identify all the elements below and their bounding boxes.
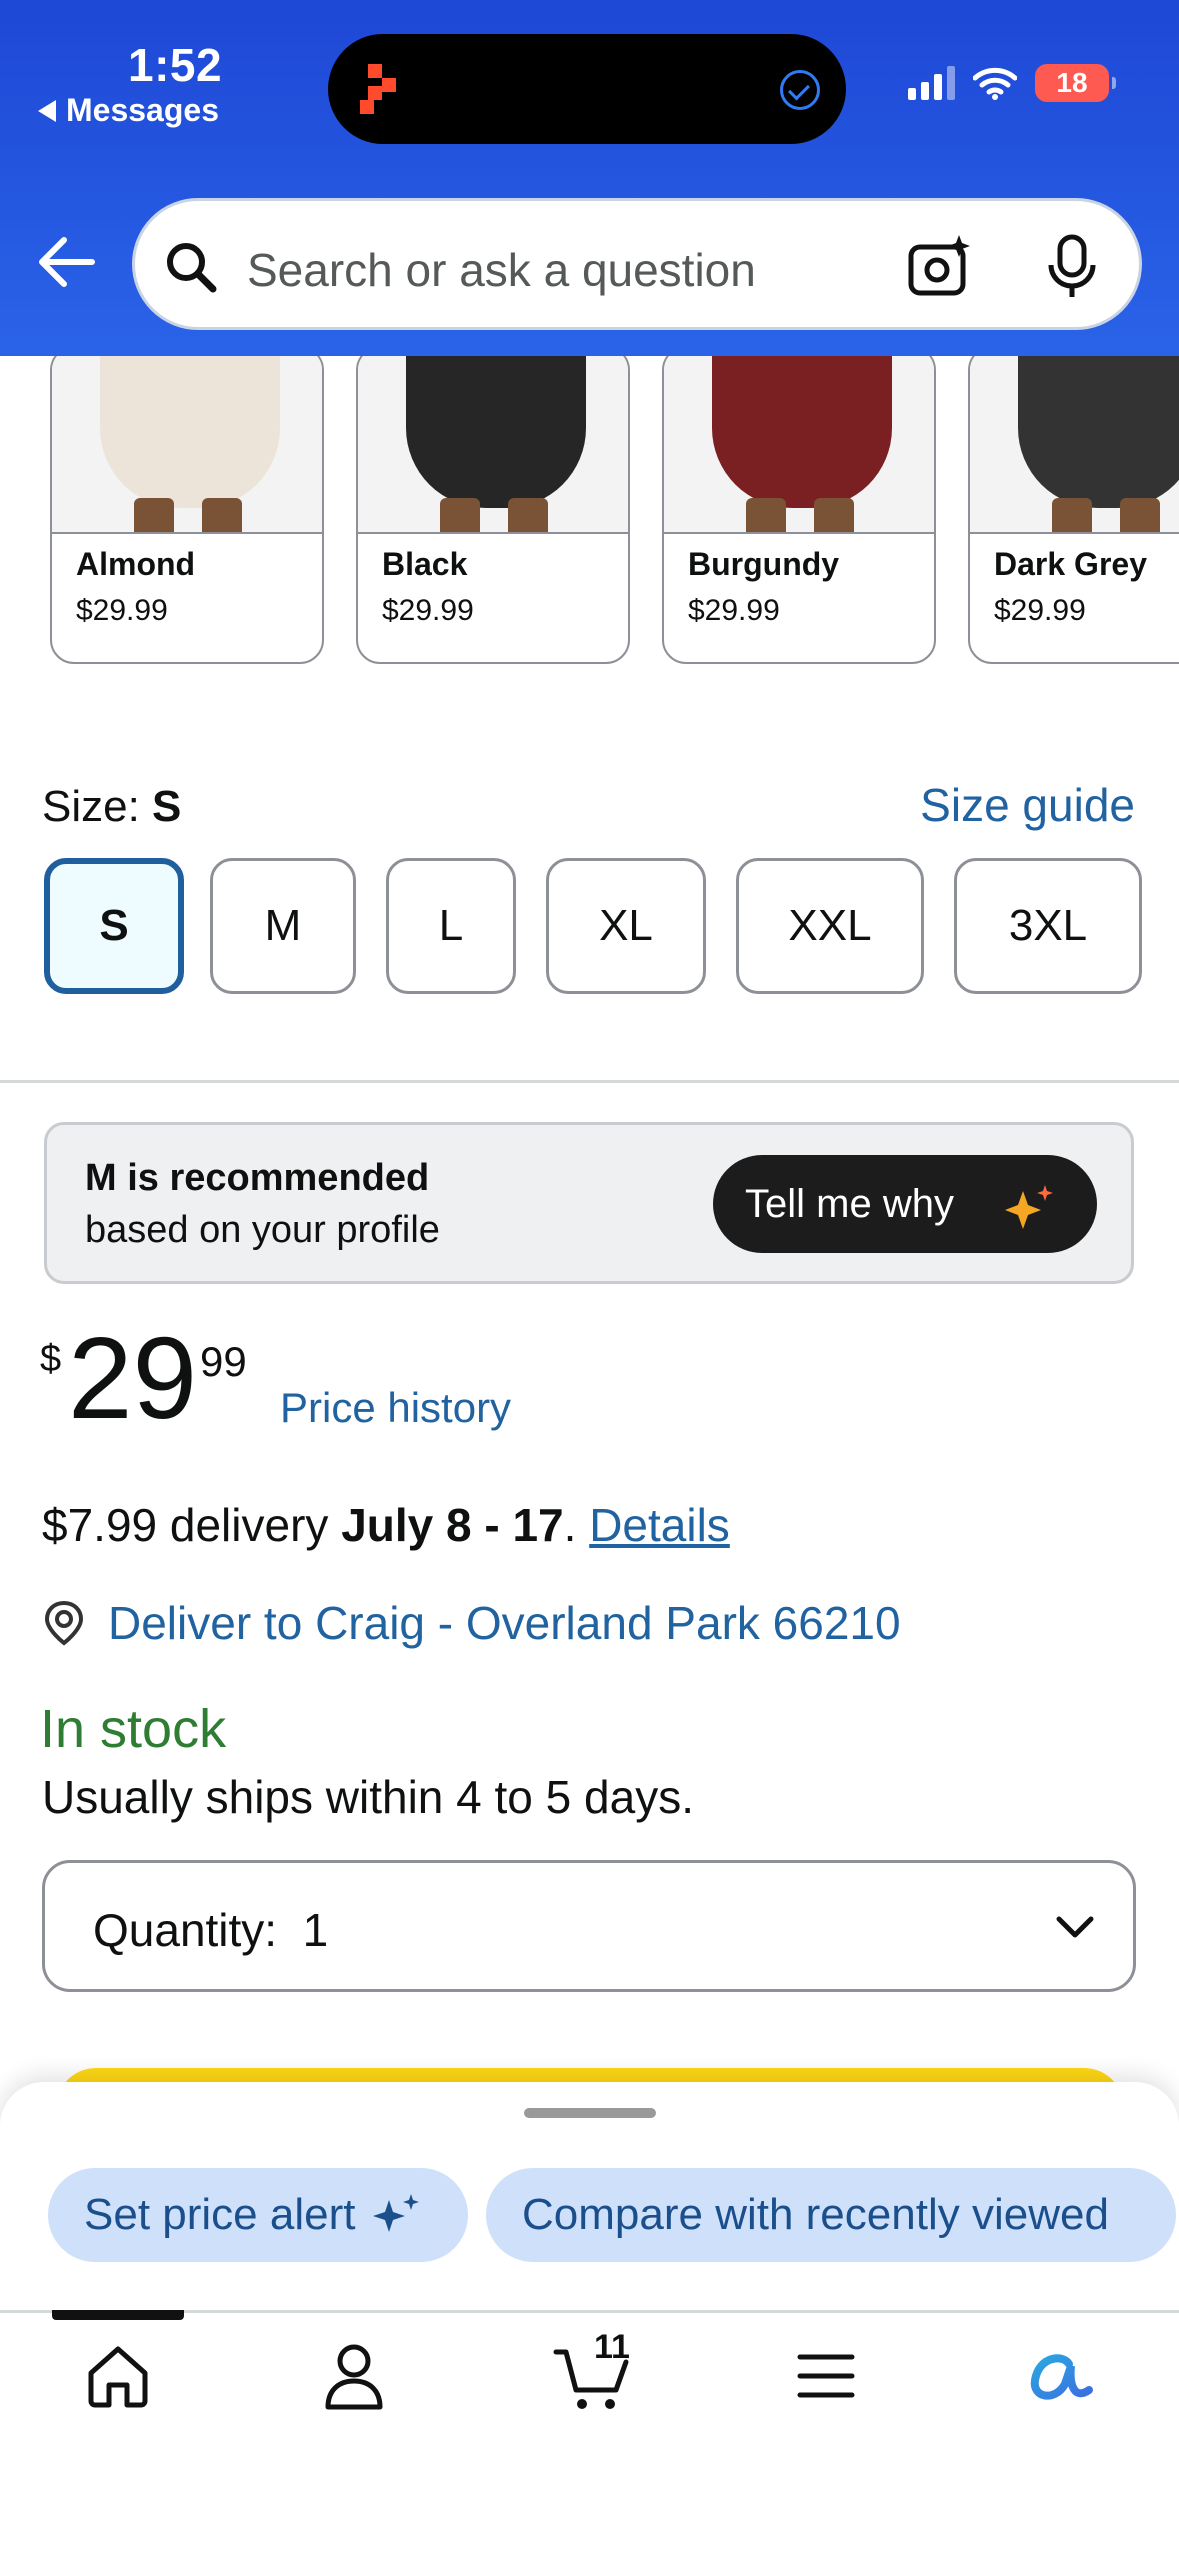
app-header: 1:52 Messages 18 Search or ask a questio… — [0, 0, 1179, 356]
size-recommendation-banner: M is recommended based on your profile T… — [44, 1122, 1134, 1284]
section-divider — [0, 1080, 1179, 1083]
dress-swatch — [406, 356, 586, 508]
variant-image — [358, 356, 628, 534]
dynamic-island — [328, 34, 846, 144]
tab-account[interactable] — [314, 2336, 394, 2416]
size-label: Size: S — [42, 782, 182, 831]
quantity-label: Quantity: 1 — [93, 1904, 329, 1956]
compare-recently-viewed-chip[interactable]: Compare with recently viewed — [486, 2168, 1176, 2262]
variant-price: $29.99 — [76, 594, 168, 627]
back-triangle-icon — [38, 99, 56, 122]
dress-swatch — [712, 356, 892, 508]
bottom-sheet: Set price alert Compare with recently vi… — [0, 2082, 1179, 2556]
size-option-l[interactable]: L — [386, 858, 516, 994]
size-option-xxl[interactable]: XXL — [736, 858, 924, 994]
delivery-dates: July 8 - 17 — [341, 1499, 564, 1551]
status-time: 1:52 — [128, 39, 223, 91]
size-option-xl[interactable]: XL — [546, 858, 706, 994]
tab-home[interactable] — [78, 2336, 158, 2416]
app-activity-icon — [360, 64, 396, 114]
size-guide-link[interactable]: Size guide — [920, 778, 1135, 832]
size-option-s[interactable]: S — [44, 858, 184, 994]
size-option-m[interactable]: M — [210, 858, 356, 994]
wifi-icon — [973, 67, 1017, 100]
set-price-alert-chip[interactable]: Set price alert — [48, 2168, 468, 2262]
tab-rufus[interactable] — [1020, 2336, 1100, 2416]
variant-image — [664, 356, 934, 534]
check-circle-icon — [780, 70, 820, 110]
back-to-app-link[interactable]: Messages — [38, 92, 219, 129]
recommendation-subtitle: based on your profile — [85, 1209, 440, 1251]
tab-menu[interactable] — [786, 2336, 866, 2416]
cart-count-badge: 11 — [594, 2328, 630, 2366]
recommendation-title: M is recommended — [85, 1157, 430, 1199]
location-pin-icon — [44, 1600, 84, 1646]
chevron-down-icon — [1056, 1916, 1094, 1938]
battery-icon: 18 — [1035, 64, 1116, 102]
status-indicators: 18 — [908, 64, 1116, 102]
variant-card-burgundy[interactable]: Burgundy $29.99 — [662, 356, 936, 664]
tell-me-why-label: Tell me why — [745, 1181, 954, 1226]
search-bar[interactable]: Search or ask a question — [132, 198, 1142, 330]
back-arrow-icon[interactable] — [36, 232, 96, 292]
variant-name: Almond — [76, 546, 196, 582]
camera-search-icon[interactable] — [905, 233, 973, 301]
stock-status: In stock — [40, 1699, 227, 1759]
chip-label: Set price alert — [84, 2190, 356, 2239]
variant-card-black[interactable]: Black $29.99 — [356, 356, 630, 664]
variant-image — [970, 356, 1179, 534]
delivery-info: $7.99 delivery July 8 - 17. Details — [42, 1499, 730, 1551]
sparkle-icon — [1005, 1185, 1053, 1229]
variant-card-dark-grey[interactable]: Dark Grey $29.99 — [968, 356, 1179, 664]
active-tab-indicator — [52, 2310, 184, 2320]
variant-price: $29.99 — [382, 594, 474, 627]
search-icon — [167, 243, 217, 293]
search-placeholder[interactable]: Search or ask a question — [247, 243, 756, 297]
variant-price: $29.99 — [688, 594, 780, 627]
quantity-value: 1 — [302, 1904, 329, 1956]
cellular-signal-icon — [908, 66, 955, 100]
chip-label: Compare with recently viewed — [522, 2190, 1109, 2239]
variant-name: Burgundy — [688, 546, 840, 582]
home-icon — [88, 2346, 148, 2408]
deliver-to-link[interactable]: Deliver to Craig - Overland Park 66210 — [42, 1596, 901, 1650]
size-option-3xl[interactable]: 3XL — [954, 858, 1142, 994]
variant-image — [52, 356, 322, 534]
menu-icon — [797, 2354, 855, 2398]
tab-cart[interactable]: 11 — [548, 2328, 638, 2416]
color-variant-carousel: Almond $29.99 Black $29.99 Burgundy $29.… — [0, 356, 1179, 676]
sparkle-icon — [373, 2194, 420, 2232]
price-currency: $ — [40, 1338, 62, 1380]
price-history-link[interactable]: Price history — [280, 1384, 511, 1432]
tell-me-why-button[interactable]: Tell me why — [713, 1155, 1097, 1253]
variant-card-almond[interactable]: Almond $29.99 — [50, 356, 324, 664]
variant-name: Black — [382, 546, 468, 582]
quantity-dropdown[interactable]: Quantity: 1 — [42, 1860, 1136, 1992]
delivery-details-link[interactable]: Details — [589, 1499, 730, 1551]
dress-swatch — [100, 356, 280, 508]
price-fraction: 99 — [200, 1338, 247, 1385]
variant-price: $29.99 — [994, 594, 1086, 627]
deliver-to-label: Deliver to Craig - Overland Park 66210 — [108, 1597, 901, 1649]
microphone-icon[interactable] — [1045, 233, 1099, 301]
shipping-estimate: Usually ships within 4 to 5 days. — [42, 1771, 694, 1823]
delivery-cost: $7.99 delivery — [42, 1499, 342, 1551]
price-whole: 29 — [68, 1313, 198, 1443]
account-icon — [325, 2344, 383, 2410]
variant-name: Dark Grey — [994, 546, 1147, 582]
sheet-drag-handle[interactable] — [524, 2108, 656, 2118]
selected-size-value: S — [152, 782, 182, 831]
back-app-label: Messages — [66, 92, 219, 128]
dress-swatch — [1018, 356, 1179, 508]
rufus-icon — [1030, 2354, 1093, 2400]
